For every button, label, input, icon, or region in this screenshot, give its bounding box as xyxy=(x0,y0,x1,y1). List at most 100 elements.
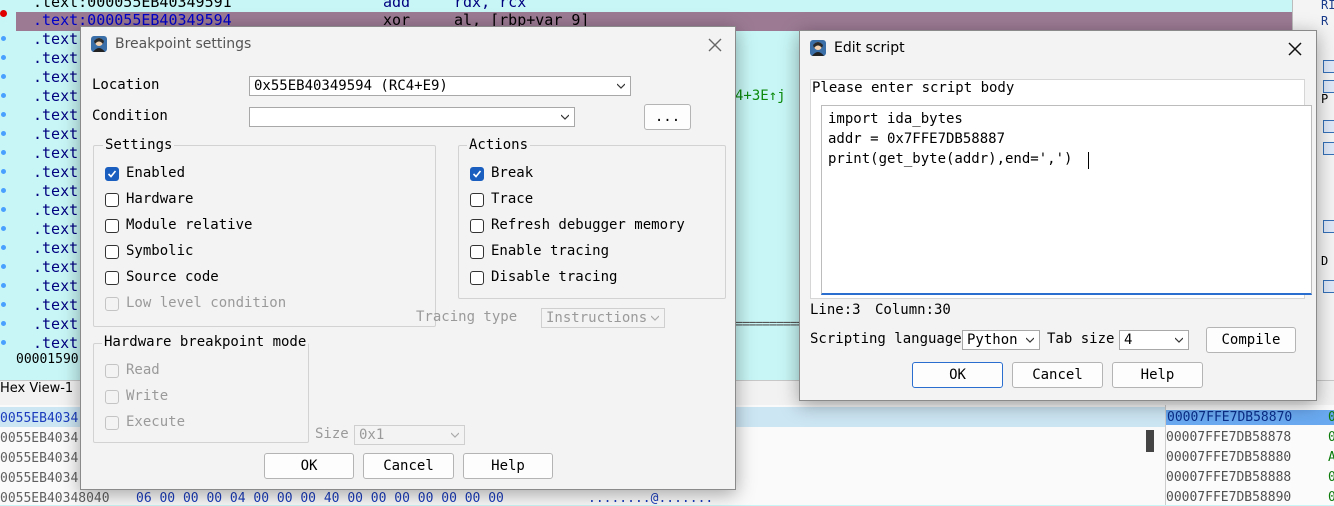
stack-address[interactable]: 00007FFE7DB58878 xyxy=(1166,430,1291,445)
disasm-line[interactable]: .text xyxy=(33,220,78,239)
checkbox-label: Disable tracing xyxy=(491,269,618,285)
disasm-line[interactable]: .text xyxy=(33,277,78,296)
checkbox[interactable] xyxy=(470,219,484,233)
help-button[interactable]: Help xyxy=(463,453,553,479)
scripting-language-value: Python xyxy=(967,332,1018,348)
checkbox[interactable] xyxy=(105,219,119,233)
stack-address[interactable]: 00007FFE7DB58888 xyxy=(1166,470,1291,485)
text-caret xyxy=(1088,152,1089,169)
hex-bytes[interactable]: 06 00 00 00 04 00 00 00 40 00 00 00 00 0… xyxy=(136,491,504,506)
disasm-line[interactable]: .text xyxy=(33,258,78,277)
disasm-line[interactable]: .text xyxy=(33,182,78,201)
compile-button[interactable]: Compile xyxy=(1206,327,1296,353)
panel-window-icon[interactable] xyxy=(1323,280,1334,293)
hex-view-tab[interactable]: Hex View-1 xyxy=(0,381,73,396)
xref-comment: 4+3E↑j xyxy=(735,88,786,104)
disasm-line[interactable]: .text xyxy=(33,201,78,220)
settings-group-title: Settings xyxy=(103,137,175,153)
dialog-title: Breakpoint settings xyxy=(115,36,252,52)
ida-logo-icon xyxy=(91,36,107,52)
breakpoint-dot-icon xyxy=(1,340,6,345)
scripting-language-label: Scripting language xyxy=(810,331,962,347)
hardware-mode-title: Hardware breakpoint mode xyxy=(102,334,309,350)
disasm-line[interactable]: .text xyxy=(33,30,78,49)
disasm-line[interactable]: .text xyxy=(33,125,78,144)
close-icon[interactable] xyxy=(707,37,723,53)
disasm-line[interactable]: .text xyxy=(33,296,78,315)
checkbox-label: Refresh debugger memory xyxy=(491,217,685,233)
dialog-titlebar[interactable]: Edit script xyxy=(800,31,1316,65)
stack-value: 0 xyxy=(1328,490,1334,505)
hex-address: 0055EB4034 xyxy=(0,451,79,466)
tab-size-label: Tab size xyxy=(1047,331,1115,347)
disasm-line[interactable]: .text xyxy=(33,106,78,125)
checkbox[interactable] xyxy=(470,271,484,285)
breakpoint-dot-icon xyxy=(1,112,6,117)
disasm-line[interactable]: .text xyxy=(33,144,78,163)
stack-address[interactable]: 00007FFE7DB58870 xyxy=(1166,410,1334,425)
size-combo[interactable]: 0x1 xyxy=(354,425,465,445)
tracing-type-combo[interactable]: Instructions xyxy=(541,308,665,328)
dialog-titlebar[interactable]: Breakpoint settings xyxy=(81,27,735,61)
checkbox[interactable] xyxy=(105,271,119,285)
help-button[interactable]: Help xyxy=(1112,362,1203,388)
disasm-line[interactable]: .text xyxy=(33,68,78,87)
ok-button[interactable]: OK xyxy=(264,453,354,479)
checkbox-label: Break xyxy=(491,165,534,181)
cancel-button[interactable]: Cancel xyxy=(363,453,454,479)
checkbox[interactable] xyxy=(470,193,484,207)
disasm-line[interactable]: .text xyxy=(33,163,78,182)
stack-value: 0 xyxy=(1328,430,1334,445)
tab-size-combo[interactable]: 4 xyxy=(1119,330,1189,350)
checkbox xyxy=(105,364,119,378)
checkbox-label: Execute xyxy=(126,414,186,430)
cancel-button[interactable]: Cancel xyxy=(1012,362,1103,388)
condition-combo[interactable] xyxy=(249,107,575,127)
stack-value: 0 xyxy=(1328,410,1334,425)
location-value: 0x55EB40349594 (RC4+E9) xyxy=(254,78,448,94)
checkbox-label: Write xyxy=(126,388,169,404)
ok-button[interactable]: OK xyxy=(912,362,1003,388)
breakpoint-dot-icon xyxy=(1,321,6,326)
breakpoint-dot-icon xyxy=(1,36,6,41)
checkbox[interactable] xyxy=(470,167,484,181)
breakpoint-dot-icon xyxy=(1,188,6,193)
script-editor[interactable]: import ida_bytes addr = 0x7FFE7DB58887 p… xyxy=(821,105,1312,295)
checkbox[interactable] xyxy=(105,167,119,181)
stack-address[interactable]: 00007FFE7DB58880 xyxy=(1166,450,1291,465)
scripting-language-combo[interactable]: Python xyxy=(962,330,1040,350)
checkbox-label: Enable tracing xyxy=(491,243,610,259)
checkbox-label: Module relative xyxy=(126,217,253,233)
separator-line: ========== xyxy=(735,317,804,332)
checkbox[interactable] xyxy=(470,245,484,259)
stack-address[interactable]: 00007FFE7DB58890 xyxy=(1166,490,1291,505)
disasm-line[interactable]: .text xyxy=(33,315,78,334)
breakpoint-settings-dialog: Breakpoint settings Location 0x55EB40349… xyxy=(80,26,736,490)
chevron-down-icon xyxy=(1175,337,1183,343)
disasm-line[interactable]: .text xyxy=(33,49,78,68)
disasm-line[interactable]: .text xyxy=(33,334,78,353)
panel-window-icon[interactable] xyxy=(1323,120,1334,133)
panel-window-icon[interactable] xyxy=(1323,60,1334,73)
script-prompt-label: Please enter script body xyxy=(812,80,1015,96)
checkbox-label: Trace xyxy=(491,191,534,207)
hex-ascii[interactable]: ........@....... xyxy=(588,491,713,506)
checkbox[interactable] xyxy=(105,193,119,207)
breakpoint-dot-icon xyxy=(1,55,6,60)
disasm-mnemonic: add xyxy=(383,0,411,11)
checkmark-icon xyxy=(107,170,117,178)
close-icon[interactable] xyxy=(1287,41,1303,57)
condition-ellipsis-button[interactable]: ... xyxy=(644,104,691,130)
disasm-line[interactable]: .text xyxy=(33,239,78,258)
disasm-operands: rdx, rcx xyxy=(454,0,527,11)
checkbox[interactable] xyxy=(105,245,119,259)
panel-window-icon[interactable] xyxy=(1323,220,1334,233)
hex-scrollbar-thumb[interactable] xyxy=(1146,430,1154,452)
size-label: Size xyxy=(315,426,349,442)
breakpoint-dot-icon xyxy=(1,283,6,288)
location-combo[interactable]: 0x55EB40349594 (RC4+E9) xyxy=(249,76,631,96)
chevron-down-icon xyxy=(651,315,659,321)
panel-window-icon[interactable] xyxy=(1323,142,1334,155)
disasm-line[interactable]: .text xyxy=(33,87,78,106)
checkbox-label: Source code xyxy=(126,269,219,285)
